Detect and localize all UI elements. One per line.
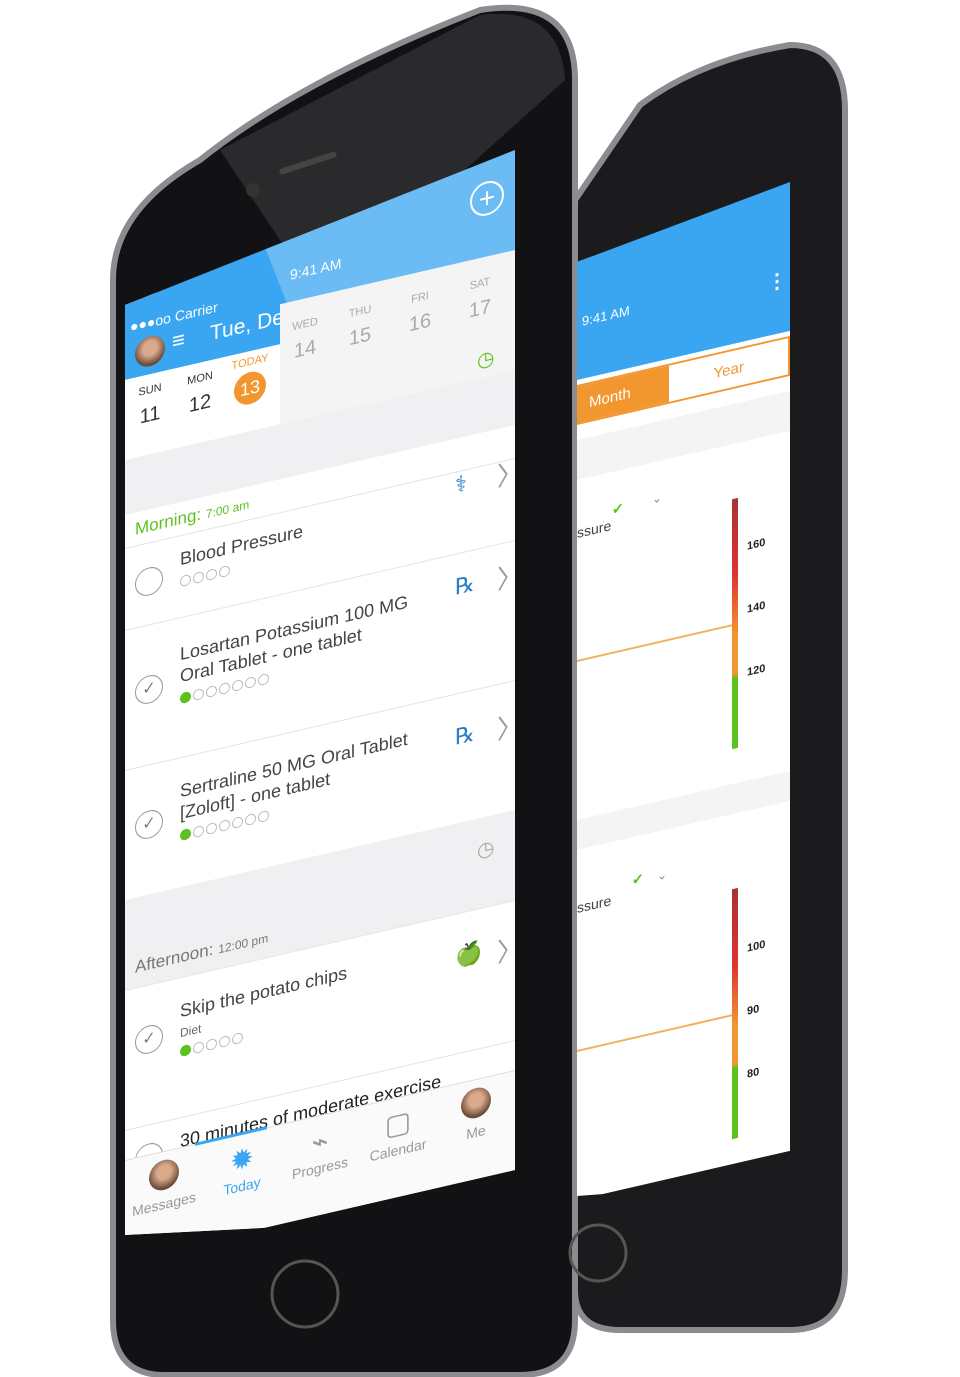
tab-today[interactable]: ✹ Today	[203, 1133, 281, 1203]
chevron-down-icon[interactable]: ⌄	[657, 867, 667, 883]
checkbox[interactable]	[135, 564, 163, 599]
axis-tick: 160	[747, 536, 766, 553]
checkbox[interactable]: ✓	[135, 807, 163, 842]
axis-tick: 90	[747, 1002, 760, 1018]
target-line	[577, 624, 732, 662]
apple-icon: 🍏	[455, 938, 483, 970]
more-icon[interactable]: ⋮	[767, 267, 787, 297]
day-sun[interactable]: SUN 11	[125, 378, 175, 433]
tab-messages[interactable]: Messages	[125, 1151, 203, 1221]
chart-title: ssure	[577, 892, 612, 916]
task-category: Diet	[180, 1021, 202, 1041]
check-icon: ✔	[612, 499, 624, 518]
checkbox[interactable]: ✓	[135, 672, 163, 707]
prescription-icon: ℞	[455, 570, 475, 600]
axis-tick: 100	[747, 938, 766, 955]
chevron-down-icon[interactable]: ⌄	[652, 490, 662, 506]
day-mon[interactable]: MON 12	[175, 367, 225, 422]
hamburger-icon[interactable]: ≡	[172, 326, 185, 355]
clock-icon[interactable]: ◷	[477, 345, 494, 374]
tab-progress[interactable]: ⌁ Progress	[281, 1115, 359, 1185]
range-bar	[732, 497, 738, 750]
range-bar	[732, 887, 738, 1140]
day-today[interactable]: TODAY 13	[225, 350, 275, 410]
stethoscope-icon: ⚕	[455, 470, 467, 498]
tab-me[interactable]: Me	[437, 1079, 515, 1149]
prescription-icon: ℞	[455, 720, 475, 750]
check-icon: ✔	[632, 869, 644, 889]
chart-title: ssure	[577, 517, 612, 541]
axis-tick: 80	[747, 1065, 760, 1081]
tab-calendar[interactable]: ▢ Calendar	[359, 1097, 437, 1167]
checkbox[interactable]: ✓	[135, 1022, 163, 1057]
axis-tick: 120	[747, 662, 766, 679]
axis-tick: 140	[747, 599, 766, 616]
history-icon[interactable]: ◷	[477, 835, 494, 864]
target-line	[577, 1014, 732, 1052]
